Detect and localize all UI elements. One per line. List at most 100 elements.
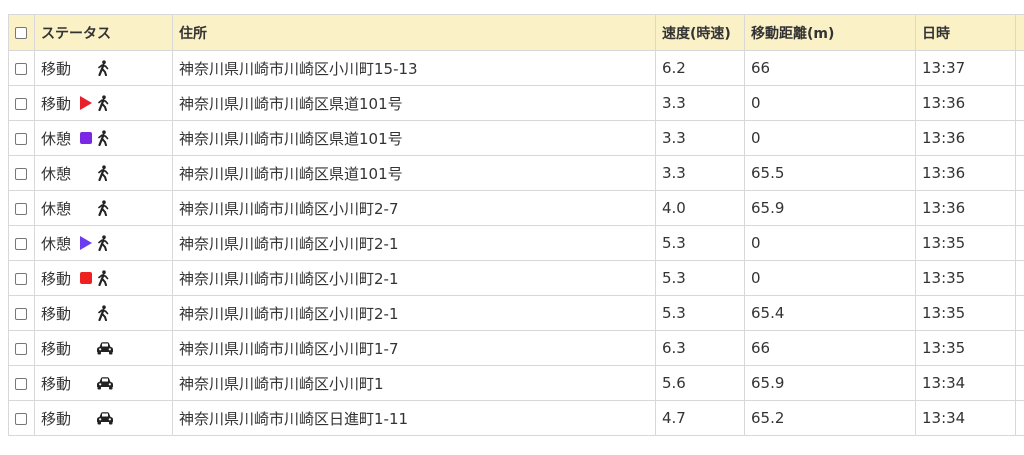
row-checkbox[interactable] — [15, 97, 27, 110]
col-header-status[interactable]: ステータス — [34, 14, 173, 51]
speed-cell: 3.3 — [655, 120, 745, 156]
play-marker-icon — [80, 96, 92, 110]
time-cell: 13:34 — [915, 400, 1016, 436]
table-body: 移動 神奈川県川崎市川崎区小川町15-13 6.2 66 13:37 移動 神奈… — [8, 50, 1024, 436]
walk-icon — [96, 305, 110, 321]
address-cell: 神奈川県川崎市川崎区小川町2-1 — [172, 225, 656, 261]
time-cell: 13:36 — [915, 85, 1016, 121]
status-label: 移動 — [41, 374, 72, 393]
row-select-cell — [8, 85, 35, 121]
status-label: 休憩 — [41, 129, 72, 148]
row-checkbox[interactable] — [15, 307, 27, 320]
col-header-distance[interactable]: 移動距離(m) — [744, 14, 916, 51]
walk-icon — [96, 235, 110, 251]
status-cell: 移動 — [34, 295, 173, 331]
table-row[interactable]: 移動 神奈川県川崎市川崎区小川町15-13 6.2 66 13:37 — [8, 50, 1024, 86]
table-row[interactable]: 休憩 神奈川県川崎市川崎区県道101号 3.3 0 13:36 — [8, 120, 1024, 156]
address-cell: 神奈川県川崎市川崎区小川町15-13 — [172, 50, 656, 86]
stop-marker-icon — [80, 272, 92, 284]
status-cell: 休憩 — [34, 190, 173, 226]
status-label: 移動 — [41, 339, 72, 358]
walk-icon — [96, 60, 110, 76]
col-header-time[interactable]: 日時 — [915, 14, 1016, 51]
row-checkbox[interactable] — [15, 237, 27, 250]
speed-cell: 5.6 — [655, 365, 745, 401]
row-checkbox[interactable] — [15, 62, 27, 75]
address-cell: 神奈川県川崎市川崎区県道101号 — [172, 155, 656, 191]
speed-cell: 3.3 — [655, 155, 745, 191]
select-all-cell — [8, 14, 35, 51]
speed-cell: 5.3 — [655, 260, 745, 296]
extra-cell — [1015, 120, 1024, 156]
marker-slot — [79, 201, 94, 215]
marker-slot — [79, 96, 94, 110]
address-cell: 神奈川県川崎市川崎区小川町2-1 — [172, 295, 656, 331]
speed-cell: 6.2 — [655, 50, 745, 86]
extra-cell — [1015, 85, 1024, 121]
address-cell: 神奈川県川崎市川崎区県道101号 — [172, 85, 656, 121]
col-header-address[interactable]: 住所 — [172, 14, 656, 51]
row-checkbox[interactable] — [15, 167, 27, 180]
status-label: 休憩 — [41, 199, 72, 218]
status-cell: 休憩 — [34, 225, 173, 261]
row-checkbox[interactable] — [15, 412, 27, 425]
table-row[interactable]: 移動 神奈川県川崎市川崎区小川町1-7 6.3 66 13:35 — [8, 330, 1024, 366]
address-cell: 神奈川県川崎市川崎区小川町2-1 — [172, 260, 656, 296]
row-checkbox[interactable] — [15, 132, 27, 145]
car-icon — [96, 376, 114, 390]
row-checkbox[interactable] — [15, 342, 27, 355]
row-select-cell — [8, 225, 35, 261]
marker-slot — [79, 236, 94, 250]
row-checkbox[interactable] — [15, 377, 27, 390]
address-cell: 神奈川県川崎市川崎区小川町1 — [172, 365, 656, 401]
table-row[interactable]: 移動 神奈川県川崎市川崎区小川町2-1 5.3 0 13:35 — [8, 260, 1024, 296]
table-row[interactable]: 移動 神奈川県川崎市川崎区県道101号 3.3 0 13:36 — [8, 85, 1024, 121]
row-checkbox[interactable] — [15, 202, 27, 215]
stop-marker-icon — [80, 132, 92, 144]
status-label: 移動 — [41, 94, 72, 113]
status-cell: 移動 — [34, 330, 173, 366]
marker-slot — [79, 131, 94, 145]
status-cell: 休憩 — [34, 120, 173, 156]
status-label: 移動 — [41, 59, 72, 78]
status-label: 休憩 — [41, 234, 72, 253]
walk-icon — [96, 95, 110, 111]
walk-icon — [96, 200, 110, 216]
row-select-cell — [8, 365, 35, 401]
extra-cell — [1015, 155, 1024, 191]
walk-icon — [96, 165, 110, 181]
extra-cell — [1015, 225, 1024, 261]
address-cell: 神奈川県川崎市川崎区小川町2-7 — [172, 190, 656, 226]
table-row[interactable]: 休憩 神奈川県川崎市川崎区小川町2-1 5.3 0 13:35 — [8, 225, 1024, 261]
distance-cell: 65.5 — [744, 155, 916, 191]
extra-cell — [1015, 190, 1024, 226]
table-row[interactable]: 休憩 神奈川県川崎市川崎区県道101号 3.3 65.5 13:36 — [8, 155, 1024, 191]
table-row[interactable]: 移動 神奈川県川崎市川崎区小川町1 5.6 65.9 13:34 — [8, 365, 1024, 401]
status-cell: 休憩 — [34, 155, 173, 191]
col-header-speed[interactable]: 速度(時速) — [655, 14, 745, 51]
table-row[interactable]: 移動 神奈川県川崎市川崎区日進町1-11 4.7 65.2 13:34 — [8, 400, 1024, 436]
row-checkbox[interactable] — [15, 272, 27, 285]
row-select-cell — [8, 260, 35, 296]
extra-cell — [1015, 400, 1024, 436]
log-table: ステータス 住所 速度(時速) 移動距離(m) 日時 移動 神奈川県川崎市川崎区… — [8, 14, 1024, 436]
status-cell: 移動 — [34, 260, 173, 296]
select-all-checkbox[interactable] — [15, 26, 27, 39]
row-select-cell — [8, 295, 35, 331]
extra-cell — [1015, 365, 1024, 401]
status-label: 移動 — [41, 409, 72, 428]
col-header-extra — [1015, 14, 1024, 51]
table-row[interactable]: 休憩 神奈川県川崎市川崎区小川町2-7 4.0 65.9 13:36 — [8, 190, 1024, 226]
car-icon — [96, 341, 114, 355]
speed-cell: 5.3 — [655, 225, 745, 261]
status-cell: 移動 — [34, 85, 173, 121]
time-cell: 13:37 — [915, 50, 1016, 86]
time-cell: 13:36 — [915, 120, 1016, 156]
distance-cell: 0 — [744, 260, 916, 296]
table-row[interactable]: 移動 神奈川県川崎市川崎区小川町2-1 5.3 65.4 13:35 — [8, 295, 1024, 331]
status-cell: 移動 — [34, 365, 173, 401]
row-select-cell — [8, 50, 35, 86]
row-select-cell — [8, 330, 35, 366]
marker-slot — [79, 376, 94, 390]
time-cell: 13:36 — [915, 190, 1016, 226]
